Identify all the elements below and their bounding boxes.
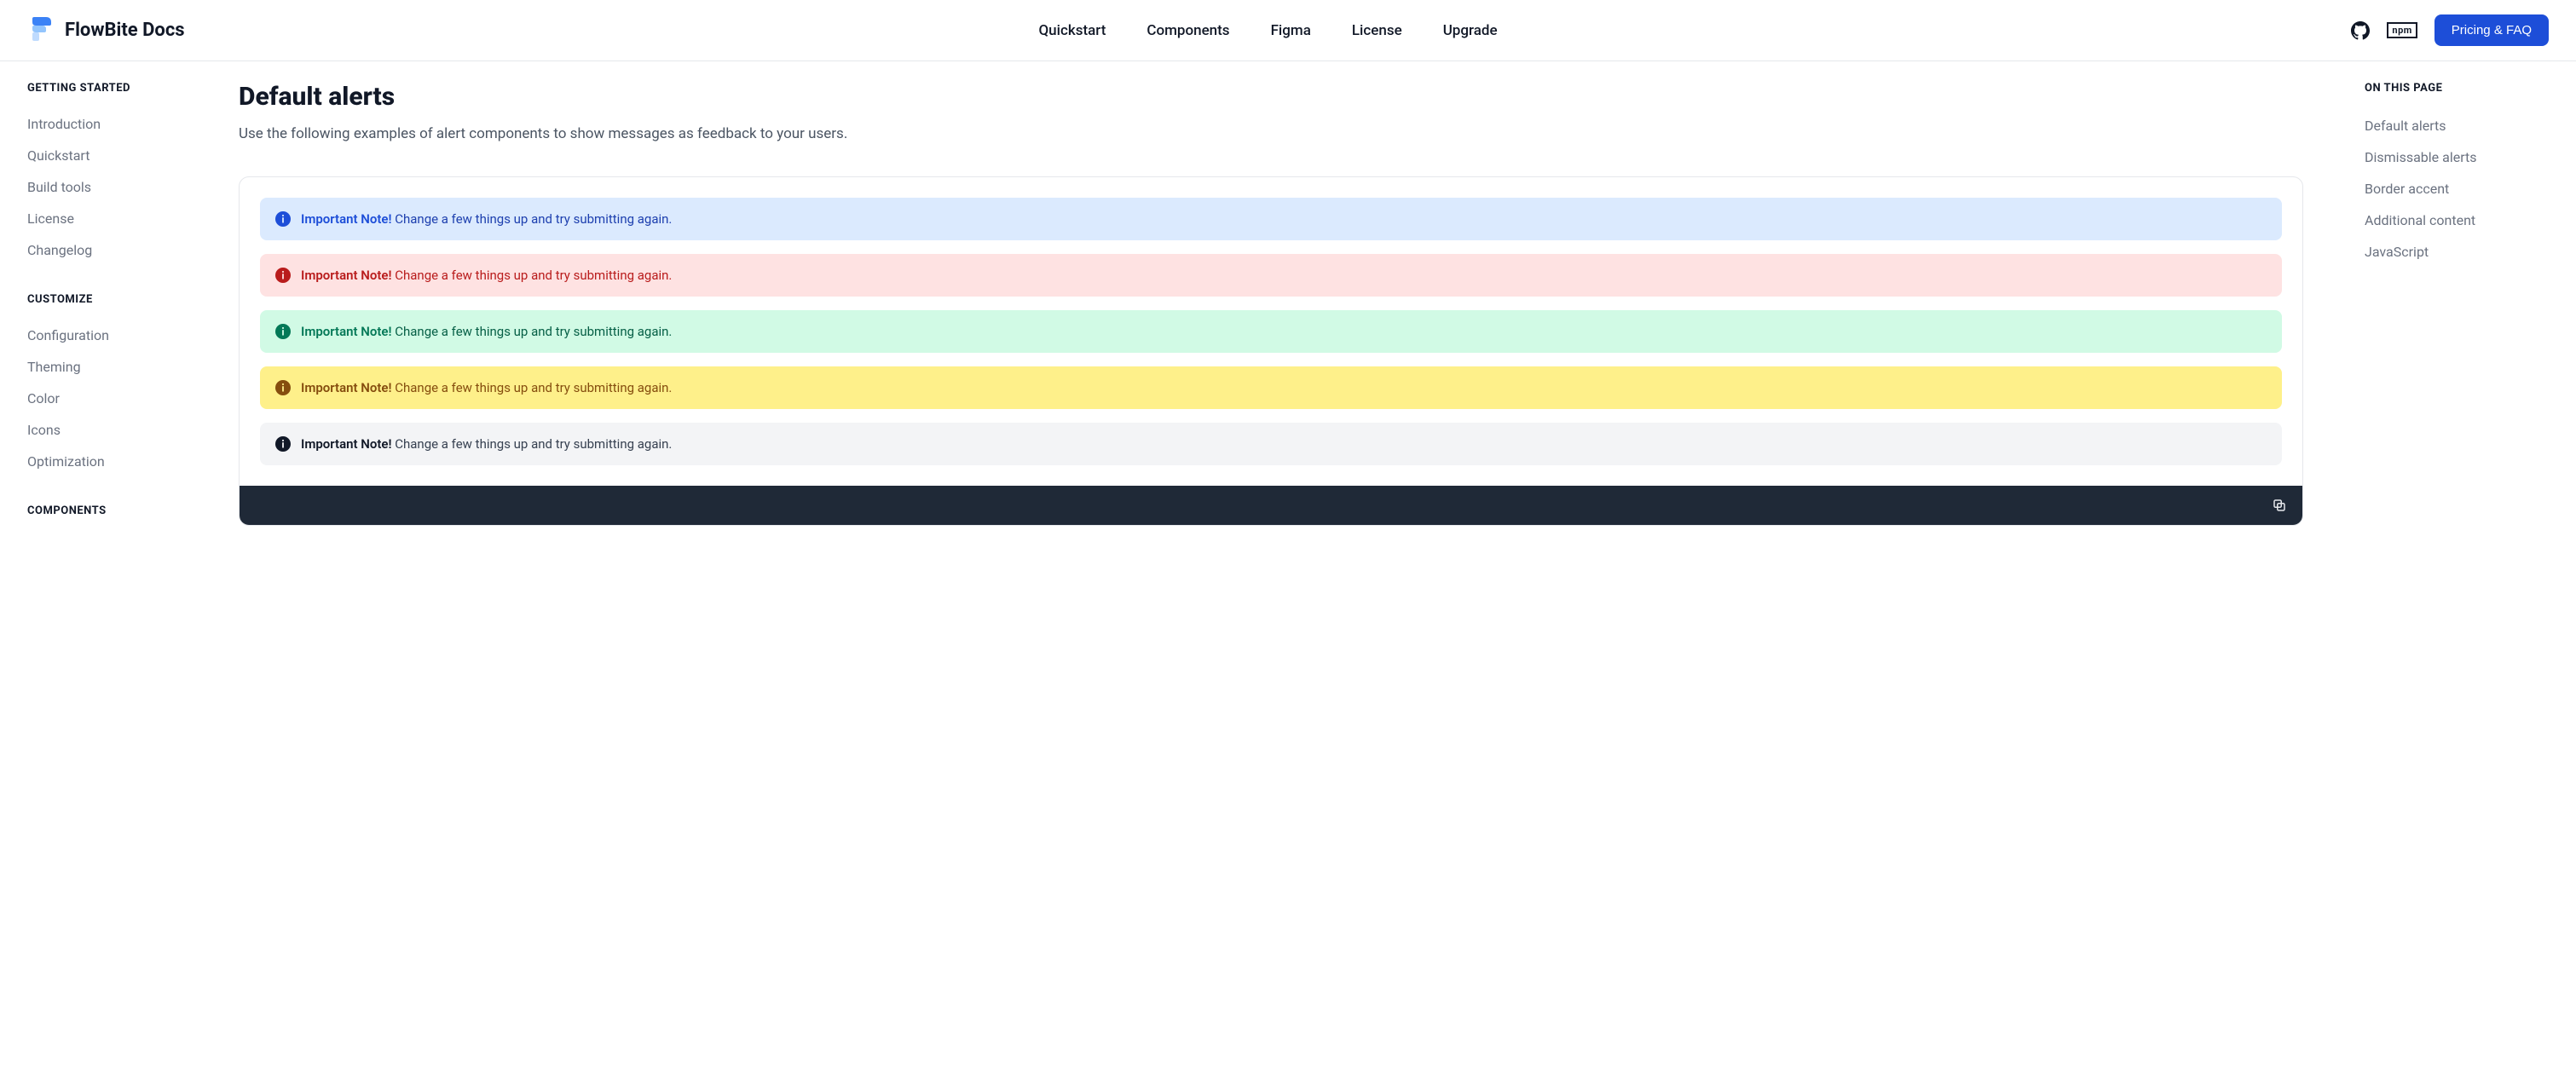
- page-title: Default alerts: [239, 82, 2303, 112]
- example-card: Important Note! Change a few things up a…: [239, 176, 2303, 526]
- alert-text: Important Note! Change a few things up a…: [301, 211, 672, 227]
- alert-strong-text: Important Note!: [301, 380, 392, 395]
- nav-link-license[interactable]: License: [1352, 22, 1402, 39]
- alert-danger: Important Note! Change a few things up a…: [260, 254, 2282, 297]
- main-content: Default alerts Use the following example…: [239, 61, 2337, 1071]
- brand-name: FlowBite Docs: [65, 20, 185, 41]
- nav-link-components[interactable]: Components: [1146, 22, 1229, 39]
- info-icon: [275, 380, 291, 395]
- alert-warning: Important Note! Change a few things up a…: [260, 366, 2282, 409]
- sidebar-item-optimization[interactable]: Optimization: [27, 446, 211, 477]
- github-icon[interactable]: [2351, 21, 2370, 40]
- sidebar-right: ON THIS PAGE Default alerts Dismissable …: [2337, 61, 2576, 1071]
- sidebar-item-license[interactable]: License: [27, 203, 211, 234]
- toc-item-default-alerts[interactable]: Default alerts: [2365, 110, 2549, 141]
- alert-text: Important Note! Change a few things up a…: [301, 324, 672, 339]
- nav-link-upgrade[interactable]: Upgrade: [1443, 22, 1498, 39]
- alert-text: Important Note! Change a few things up a…: [301, 380, 672, 395]
- copy-icon[interactable]: [2272, 498, 2287, 513]
- alert-strong-text: Important Note!: [301, 324, 392, 339]
- nav-right: npm Pricing & FAQ: [2351, 14, 2549, 46]
- sidebar-item-build-tools[interactable]: Build tools: [27, 171, 211, 203]
- sidebar-section-components: COMPONENTS: [27, 504, 211, 517]
- alert-text: Important Note! Change a few things up a…: [301, 268, 672, 283]
- sidebar-left: GETTING STARTED Introduction Quickstart …: [0, 61, 239, 1071]
- alert-body-text: Change a few things up and try submittin…: [392, 380, 673, 395]
- nav-link-quickstart[interactable]: Quickstart: [1038, 22, 1106, 39]
- sidebar-section-customize: CUSTOMIZE: [27, 293, 211, 306]
- alert-body-text: Change a few things up and try submittin…: [392, 436, 673, 452]
- brand[interactable]: FlowBite Docs: [27, 15, 185, 46]
- info-icon: [275, 268, 291, 283]
- toc-item-border-accent[interactable]: Border accent: [2365, 173, 2549, 205]
- alert-body-text: Change a few things up and try submittin…: [392, 211, 673, 227]
- alert-strong-text: Important Note!: [301, 436, 392, 452]
- alert-strong-text: Important Note!: [301, 211, 392, 227]
- sidebar-item-color[interactable]: Color: [27, 383, 211, 414]
- sidebar-item-quickstart[interactable]: Quickstart: [27, 140, 211, 171]
- sidebar-item-theming[interactable]: Theming: [27, 351, 211, 383]
- alert-neutral: Important Note! Change a few things up a…: [260, 423, 2282, 465]
- alert-strong-text: Important Note!: [301, 268, 392, 283]
- alert-body-text: Change a few things up and try submittin…: [392, 268, 673, 283]
- example-body: Important Note! Change a few things up a…: [240, 177, 2302, 486]
- toc-item-additional-content[interactable]: Additional content: [2365, 205, 2549, 236]
- sidebar-item-changelog[interactable]: Changelog: [27, 234, 211, 266]
- info-icon: [275, 436, 291, 452]
- brand-logo-icon: [27, 15, 55, 46]
- alert-info: Important Note! Change a few things up a…: [260, 198, 2282, 240]
- info-icon: [275, 211, 291, 227]
- sidebar-item-configuration[interactable]: Configuration: [27, 320, 211, 351]
- nav-link-figma[interactable]: Figma: [1271, 22, 1311, 39]
- alert-body-text: Change a few things up and try submittin…: [392, 324, 673, 339]
- toc-item-dismissable-alerts[interactable]: Dismissable alerts: [2365, 141, 2549, 173]
- pricing-faq-button[interactable]: Pricing & FAQ: [2434, 14, 2549, 46]
- alert-text: Important Note! Change a few things up a…: [301, 436, 672, 452]
- info-icon: [275, 324, 291, 339]
- navbar: FlowBite Docs Quickstart Components Figm…: [0, 0, 2576, 61]
- alert-success: Important Note! Change a few things up a…: [260, 310, 2282, 353]
- toc-title: ON THIS PAGE: [2365, 82, 2549, 95]
- nav-links: Quickstart Components Figma License Upgr…: [185, 22, 2352, 39]
- npm-icon[interactable]: npm: [2387, 22, 2417, 38]
- code-toolbar: [240, 486, 2302, 525]
- toc-item-javascript[interactable]: JavaScript: [2365, 236, 2549, 268]
- sidebar-item-introduction[interactable]: Introduction: [27, 108, 211, 140]
- page-description: Use the following examples of alert comp…: [239, 125, 2303, 142]
- sidebar-item-icons[interactable]: Icons: [27, 414, 211, 446]
- sidebar-section-getting-started: GETTING STARTED: [27, 82, 211, 95]
